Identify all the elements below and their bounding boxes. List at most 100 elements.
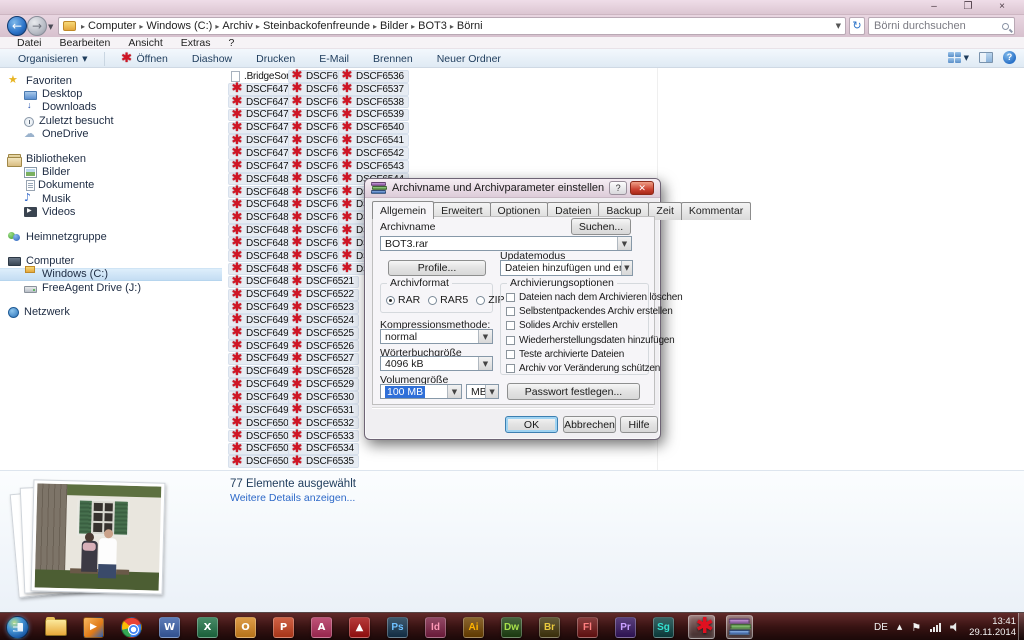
sidebar-item-zuletztbesucht[interactable]: Zuletzt besucht	[0, 114, 222, 127]
taskbar-word[interactable]: W	[156, 615, 183, 639]
abbrechen-button[interactable]: Abbrechen	[563, 416, 616, 433]
tab-allgemein[interactable]: Allgemein	[372, 201, 434, 219]
preview-pane-button[interactable]	[979, 52, 993, 63]
sidebar-item-desktop[interactable]: Desktop	[0, 87, 222, 100]
chevron-down-icon[interactable]: ▼	[478, 357, 492, 370]
breadcrumb-segment[interactable]: Windows (C:)	[146, 20, 212, 32]
taskbar-winrar[interactable]	[726, 615, 753, 639]
suchen-button[interactable]: Suchen...	[571, 218, 631, 235]
breadcrumb-segment[interactable]: Börni	[457, 20, 483, 32]
forward-button[interactable]: →	[27, 16, 47, 36]
volumen-combobox[interactable]: 100 MB ▼	[380, 384, 462, 399]
clock[interactable]: 13:41 29.11.2014	[969, 616, 1016, 638]
sidebar-item-netzwerk[interactable]: Netzwerk	[0, 305, 222, 318]
menu-extras[interactable]: Extras	[172, 37, 220, 48]
checkbox-teste[interactable]: Teste archivierte Dateien	[506, 349, 682, 360]
checkbox-selbstentpackendes[interactable]: Selbstentpackendes Archiv erstellen	[506, 306, 682, 317]
taskbar-illustrator[interactable]: Ai	[460, 615, 487, 639]
taskbar-flash[interactable]: Fl	[574, 615, 601, 639]
history-dropdown-icon[interactable]: ▼	[48, 23, 53, 31]
menu-?[interactable]: ?	[220, 37, 244, 48]
more-details-link[interactable]: Weitere Details anzeigen...	[230, 492, 355, 504]
chevron-down-icon[interactable]: ▼	[478, 330, 492, 343]
sidebar-item-heimnetzgruppe[interactable]: Heimnetzgruppe	[0, 230, 222, 243]
sidebar-item-dokumente[interactable]: Dokumente	[0, 179, 222, 192]
toolbar-brennen[interactable]: Brennen	[361, 53, 425, 65]
checkbox-dateien[interactable]: Dateien nach dem Archivieren löschen	[506, 292, 682, 303]
taskbar-dreamweaver[interactable]: Dw	[498, 615, 525, 639]
toolbar-drucken[interactable]: Drucken	[244, 53, 307, 65]
menu-ansicht[interactable]: Ansicht	[119, 37, 171, 48]
updatemodus-combobox[interactable]: Dateien hinzufügen und ersetzen ▼	[500, 260, 633, 276]
taskbar-media-player[interactable]: ▶	[80, 615, 107, 639]
sidebar-item-videos[interactable]: Videos	[0, 206, 222, 219]
toolbar-neuer-ordner[interactable]: Neuer Ordner	[425, 53, 513, 65]
taskbar-windows-explorer[interactable]	[42, 615, 69, 639]
radio-rar5[interactable]: RAR5	[428, 294, 468, 306]
checkbox-solides[interactable]: Solides Archiv erstellen	[506, 320, 682, 331]
hidden-icons-chevron[interactable]: ▲	[897, 623, 902, 631]
help-icon[interactable]: ?	[1003, 51, 1016, 64]
menu-bearbeiten[interactable]: Bearbeiten	[51, 37, 120, 48]
kompression-combobox[interactable]: normal ▼	[380, 329, 493, 344]
sidebar-item-favoriten[interactable]: ★Favoriten	[0, 74, 222, 87]
language-indicator[interactable]: DE	[874, 622, 888, 633]
show-desktop-button[interactable]	[1018, 613, 1024, 640]
taskbar-premiere[interactable]: Pr	[612, 615, 639, 639]
sidebar-item-musik[interactable]: ♪Musik	[0, 192, 222, 205]
taskbar-photoshop[interactable]: Ps	[384, 615, 411, 639]
archivname-combobox[interactable]: BOT3.rar ▼	[380, 236, 632, 251]
search-input[interactable]: Börni durchsuchen	[868, 17, 1015, 35]
network-icon[interactable]	[930, 622, 941, 632]
chevron-down-icon[interactable]: ▼	[617, 237, 631, 250]
breadcrumb-segment[interactable]: Computer	[88, 20, 136, 32]
taskbar-excel[interactable]: X	[194, 615, 221, 639]
hilfe-button[interactable]: Hilfe	[620, 416, 658, 433]
toolbar--ffnen[interactable]: ✱Öffnen	[109, 53, 180, 65]
woerterbuch-combobox[interactable]: 4096 kB ▼	[380, 356, 493, 371]
chevron-down-icon[interactable]: ▼	[447, 385, 461, 398]
taskbar-start-button[interactable]	[4, 615, 31, 639]
dialog-close-button[interactable]: ✕	[630, 181, 654, 195]
passwort-button[interactable]: Passwort festlegen...	[507, 383, 640, 400]
ok-button[interactable]: OK	[505, 416, 558, 433]
sidebar-item-bilder[interactable]: Bilder	[0, 165, 222, 178]
close-button[interactable]: ×	[992, 1, 1012, 13]
taskbar-indesign[interactable]: Id	[422, 615, 449, 639]
address-bar[interactable]: ▸Computer▸Windows (C:)▸Archiv▸Steinbacko…	[58, 17, 846, 35]
sidebar-item-freeagentdrive(j:)[interactable]: FreeAgent Drive (J:)	[0, 281, 222, 294]
taskbar-speedgrade[interactable]: Sg	[650, 615, 677, 639]
taskbar-acrobat[interactable]: ▲	[346, 615, 373, 639]
sidebar-item-downloads[interactable]: Downloads	[0, 101, 222, 114]
toolbar-e-mail[interactable]: E-Mail	[307, 53, 361, 65]
breadcrumb-segment[interactable]: BOT3	[418, 20, 447, 32]
toolbar-organisieren[interactable]: Organisieren▼	[6, 53, 100, 65]
back-button[interactable]: ←	[7, 16, 27, 36]
toolbar-diashow[interactable]: Diashow	[180, 53, 244, 65]
action-center-flag-icon[interactable]: ⚑	[911, 621, 921, 634]
taskbar-bridge[interactable]: Br	[536, 615, 563, 639]
sidebar-item-onedrive[interactable]: ☁OneDrive	[0, 128, 222, 141]
radio-rar[interactable]: RAR	[386, 294, 420, 306]
taskbar-chrome[interactable]	[118, 615, 145, 639]
taskbar-photo-viewer[interactable]: ✱	[688, 615, 715, 639]
menu-datei[interactable]: Datei	[8, 37, 51, 48]
chevron-down-icon[interactable]: ▼	[621, 261, 632, 275]
breadcrumb-segment[interactable]: Bilder	[380, 20, 408, 32]
dialog-help-button[interactable]: ?	[609, 181, 627, 195]
checkbox-wiederherstellungsdaten[interactable]: Wiederherstellungsdaten hinzufügen	[506, 335, 682, 346]
sidebar-item-bibliotheken[interactable]: Bibliotheken	[0, 152, 222, 165]
taskbar-access[interactable]: A	[308, 615, 335, 639]
window-titlebar[interactable]: – ❐ ×	[0, 0, 1024, 15]
taskbar-outlook[interactable]: O	[232, 615, 259, 639]
checkbox-archiv[interactable]: Archiv vor Veränderung schützen	[506, 363, 682, 374]
search-icon[interactable]	[1002, 23, 1009, 30]
refresh-button[interactable]: ↻	[849, 17, 865, 35]
profile-button[interactable]: Profile...	[388, 260, 486, 276]
breadcrumb-segment[interactable]: Steinbackofenfreunde	[263, 20, 370, 32]
dialog-titlebar[interactable]: Archivname und Archivparameter einstelle…	[365, 179, 660, 198]
sidebar-item-windows(c:)[interactable]: Windows (C:)	[0, 268, 222, 281]
views-button[interactable]: ▼	[948, 52, 969, 63]
tab-kommentar[interactable]: Kommentar	[681, 202, 751, 220]
minimize-button[interactable]: –	[924, 1, 944, 13]
